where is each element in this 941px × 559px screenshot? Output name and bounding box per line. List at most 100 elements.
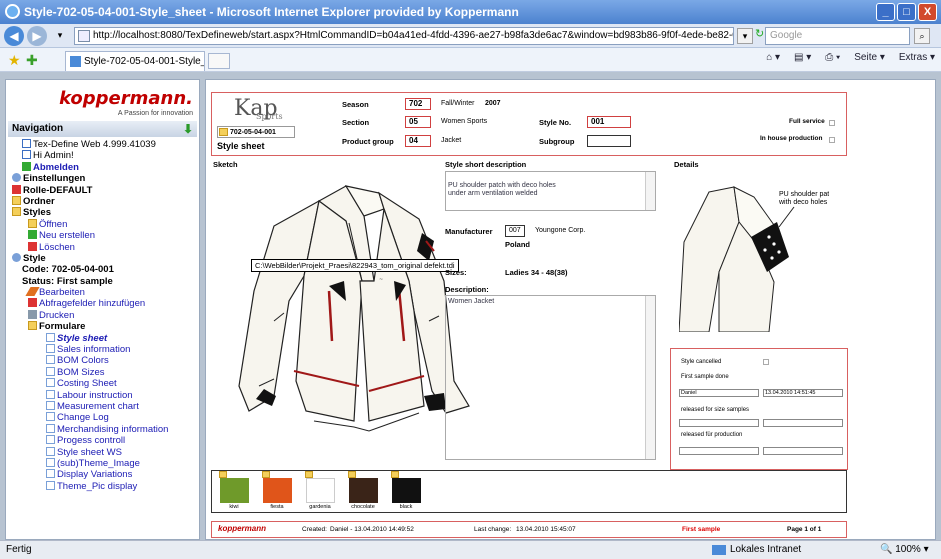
nav-pg-icon: [46, 344, 55, 354]
manufacturer-label: Manufacturer: [445, 227, 493, 236]
home-icon[interactable]: ⌂ ▾: [766, 52, 780, 63]
tab-page-icon: [70, 56, 81, 67]
nav-item[interactable]: Progess controll: [8, 435, 197, 446]
nav-item-label: Abfragefelder hinzufügen: [39, 298, 146, 310]
tab-label: Style-702-05-04-001-Style_sheet: [84, 56, 204, 67]
command-bar: ⌂ ▾ ▤ ▾ ⎙ ▾ Seite ▾ Extras ▾: [766, 52, 935, 63]
nav-item[interactable]: Measurement chart: [8, 400, 197, 412]
nav-item[interactable]: (sub)Theme_Image: [8, 457, 197, 469]
first-sample-date-field[interactable]: 13.04.2010 14:51:45: [763, 389, 843, 397]
nav-item[interactable]: BOM Sizes: [8, 366, 197, 378]
url-dropdown-icon[interactable]: ▾: [737, 28, 753, 44]
nav-item[interactable]: Neu erstellen: [8, 230, 197, 241]
nav-item[interactable]: Style: [8, 252, 197, 264]
nav-item[interactable]: Abfragefelder hinzufügen: [8, 298, 197, 309]
nav-item[interactable]: Löschen: [8, 241, 197, 253]
nav-item[interactable]: Formulare: [8, 321, 197, 332]
nav-item[interactable]: Drucken: [8, 309, 197, 321]
status-box: Style cancelled First sample done Daniel…: [670, 348, 848, 470]
nav-item[interactable]: Sales information: [8, 344, 197, 355]
callout-line-2: with deco holes: [778, 199, 828, 206]
url-input[interactable]: http://localhost:8080/TexDefineweb/start…: [74, 27, 734, 45]
short-desc-textarea[interactable]: PU shoulder patch with deco holes under …: [445, 171, 656, 211]
nav-item[interactable]: BOM Colors: [8, 355, 197, 366]
nav-pg-icon: [46, 355, 55, 365]
footer-logo: koppermann: [218, 524, 267, 533]
nav-item[interactable]: Merchandising information: [8, 423, 197, 435]
color-swatch[interactable]: [349, 478, 378, 503]
released-prod-date-field[interactable]: [763, 447, 843, 455]
new-tab-button[interactable]: [208, 53, 230, 69]
collapse-arrow-icon[interactable]: ⬇: [183, 121, 193, 137]
inhouse-checkbox[interactable]: [829, 137, 835, 143]
nav-item[interactable]: Display Variations: [8, 469, 197, 480]
nav-item[interactable]: Style sheet: [8, 332, 197, 344]
nav-item-label: Measurement chart: [57, 400, 139, 412]
nav-fold-icon: [12, 207, 21, 217]
nav-item[interactable]: Hi Admin!: [8, 150, 197, 161]
search-icon[interactable]: ⌕: [914, 28, 930, 44]
product-group-code-field[interactable]: 04: [405, 135, 431, 147]
released-size-date-field[interactable]: [763, 419, 843, 427]
nav-item[interactable]: Style sheet WS: [8, 446, 197, 458]
season-code-field[interactable]: 702: [405, 98, 431, 110]
nav-item[interactable]: Change Log: [8, 412, 197, 423]
maximize-button[interactable]: □: [897, 3, 916, 21]
koppermann-logo: koppermann.: [59, 88, 193, 109]
back-button[interactable]: ◀: [4, 26, 24, 46]
nav-item[interactable]: Code: 702-05-04-001: [8, 264, 197, 275]
forward-button[interactable]: ▶: [27, 26, 47, 46]
nav-item[interactable]: Tex-Define Web 4.999.41039: [8, 139, 197, 150]
nav-item[interactable]: Abmelden: [8, 161, 197, 173]
nav-item[interactable]: Öffnen: [8, 218, 197, 230]
description-scrollbar[interactable]: [645, 296, 655, 459]
style-code: 702-05-04-001: [230, 129, 276, 136]
nav-item[interactable]: Styles: [8, 207, 197, 218]
nav-item[interactable]: Labour instruction: [8, 389, 197, 401]
logo-tagline: A Passion for innovation: [117, 110, 193, 117]
color-swatch[interactable]: [263, 478, 292, 503]
print-icon[interactable]: ⎙ ▾: [825, 52, 840, 63]
color-swatch[interactable]: [392, 478, 421, 503]
nav-item[interactable]: Theme_Pic display: [8, 480, 197, 492]
tab-bar: ★ ✚ Style-702-05-04-001-Style_sheet ⌂ ▾ …: [0, 48, 941, 72]
nav-item[interactable]: Rolle-DEFAULT: [8, 184, 197, 196]
close-button[interactable]: X: [918, 3, 937, 21]
nav-item-label: Öffnen: [39, 218, 68, 230]
add-favorites-icon[interactable]: ✚: [26, 52, 38, 69]
nav-pg-icon: [46, 480, 55, 490]
color-swatch[interactable]: [220, 478, 249, 503]
nav-item-label: Abmelden: [33, 161, 79, 173]
refresh-icon[interactable]: ↻: [755, 27, 764, 40]
manufacturer-code-field[interactable]: 007: [505, 225, 525, 237]
extras-menu[interactable]: Extras ▾: [899, 52, 935, 63]
color-swatch[interactable]: [306, 478, 335, 503]
nav-fold-icon: [12, 195, 21, 205]
nav-item[interactable]: Einstellungen: [8, 173, 197, 184]
page-menu[interactable]: Seite ▾: [854, 52, 885, 63]
manufacturer-name: Youngone Corp.: [535, 227, 586, 234]
description-textarea[interactable]: Women Jacket: [445, 295, 656, 460]
sheet-footer: koppermann Created: Daniel - 13.04.2010 …: [211, 521, 847, 538]
released-prod-user-field[interactable]: [679, 447, 759, 455]
first-sample-user-field[interactable]: Daniel: [679, 389, 759, 397]
feeds-icon[interactable]: ▤ ▾: [794, 52, 811, 63]
favorites-star-icon[interactable]: ★: [8, 52, 21, 69]
zoom-level[interactable]: 🔍 100% ▾: [880, 541, 929, 559]
released-size-user-field[interactable]: [679, 419, 759, 427]
nav-item[interactable]: Status: First sample: [8, 276, 197, 287]
search-input[interactable]: Google: [765, 27, 910, 45]
nav-item[interactable]: Costing Sheet: [8, 378, 197, 389]
short-desc-scrollbar[interactable]: [645, 172, 655, 210]
style-no-field[interactable]: 001: [587, 116, 631, 128]
nav-item[interactable]: Bearbeiten: [8, 287, 197, 298]
nav-item[interactable]: Ordner: [8, 195, 197, 207]
history-dropdown-icon[interactable]: ▾: [52, 28, 68, 44]
cancelled-checkbox[interactable]: [763, 359, 769, 365]
season-label: Season: [342, 100, 369, 109]
tab-style-sheet[interactable]: Style-702-05-04-001-Style_sheet: [65, 51, 205, 71]
full-service-checkbox[interactable]: [829, 120, 835, 126]
section-code-field[interactable]: 05: [405, 116, 431, 128]
minimize-button[interactable]: _: [876, 3, 895, 21]
subgroup-field[interactable]: [587, 135, 631, 147]
